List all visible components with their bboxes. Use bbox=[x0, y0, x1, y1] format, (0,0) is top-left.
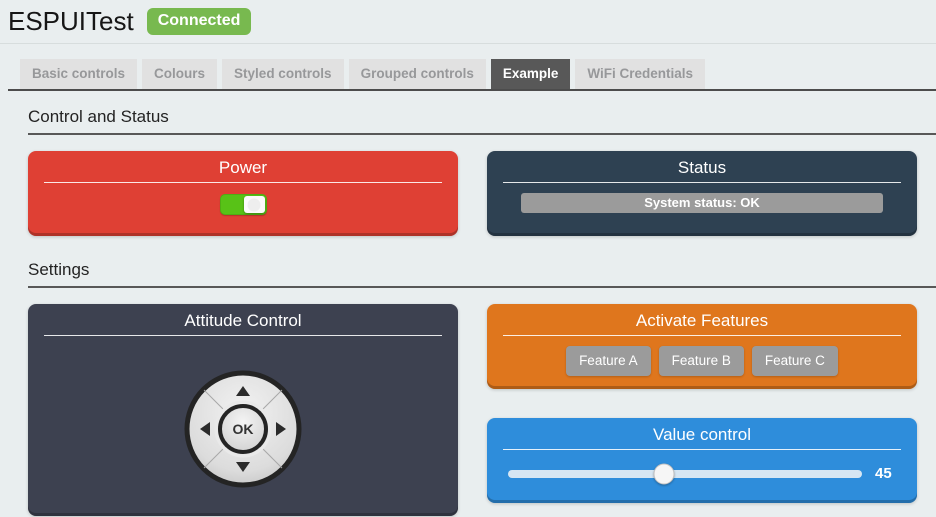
value-panel-title: Value control bbox=[487, 418, 917, 445]
feature-a-button[interactable]: Feature A bbox=[566, 346, 651, 376]
power-toggle-knob[interactable] bbox=[244, 196, 265, 213]
tab-colours[interactable]: Colours bbox=[142, 59, 217, 89]
main-content: Control and Status Power Status System s… bbox=[0, 107, 936, 516]
feature-b-button[interactable]: Feature B bbox=[659, 346, 744, 376]
tab-wifi-credentials[interactable]: WiFi Credentials bbox=[575, 59, 705, 89]
features-panel-body: Feature A Feature B Feature C bbox=[487, 336, 917, 376]
attitude-control-panel: Attitude Control bbox=[28, 304, 458, 516]
feature-c-button[interactable]: Feature C bbox=[752, 346, 838, 376]
tab-styled-controls[interactable]: Styled controls bbox=[222, 59, 344, 89]
section-divider bbox=[28, 133, 936, 135]
status-panel-body: System status: OK bbox=[487, 183, 917, 213]
section-label-settings: Settings bbox=[28, 260, 917, 280]
settings-right-column: Activate Features Feature A Feature B Fe… bbox=[487, 304, 917, 516]
value-slider-readout: 45 bbox=[875, 465, 895, 482]
section-divider bbox=[28, 286, 936, 288]
page-title: ESPUITest bbox=[8, 6, 134, 37]
value-panel-body: 45 bbox=[487, 450, 917, 482]
app-header: ESPUITest Connected bbox=[0, 0, 936, 44]
features-panel-title: Activate Features bbox=[487, 304, 917, 331]
power-panel: Power bbox=[28, 151, 458, 236]
settings-row: Attitude Control bbox=[28, 304, 917, 516]
attitude-panel-body: OK bbox=[28, 336, 458, 490]
value-slider-knob[interactable] bbox=[653, 463, 674, 484]
tab-grouped-controls[interactable]: Grouped controls bbox=[349, 59, 486, 89]
value-slider-track[interactable] bbox=[508, 470, 862, 478]
system-status-meter: System status: OK bbox=[521, 193, 883, 213]
control-status-row: Power Status System status: OK bbox=[28, 151, 917, 236]
power-panel-body bbox=[28, 183, 458, 215]
power-panel-title: Power bbox=[28, 151, 458, 178]
pad-ok-label[interactable]: OK bbox=[233, 421, 254, 437]
activate-features-panel: Activate Features Feature A Feature B Fe… bbox=[487, 304, 917, 389]
attitude-panel-title: Attitude Control bbox=[28, 304, 458, 331]
tab-basic-controls[interactable]: Basic controls bbox=[20, 59, 137, 89]
status-panel-title: Status bbox=[487, 151, 917, 178]
value-control-panel: Value control 45 bbox=[487, 418, 917, 503]
tab-bar: Basic controls Colours Styled controls G… bbox=[8, 59, 936, 91]
section-label-control-status: Control and Status bbox=[28, 107, 917, 127]
directional-pad: OK bbox=[182, 368, 304, 490]
tab-example[interactable]: Example bbox=[491, 59, 571, 89]
connection-status-badge: Connected bbox=[147, 8, 252, 35]
status-panel: Status System status: OK bbox=[487, 151, 917, 236]
power-toggle-switch[interactable] bbox=[220, 194, 267, 215]
